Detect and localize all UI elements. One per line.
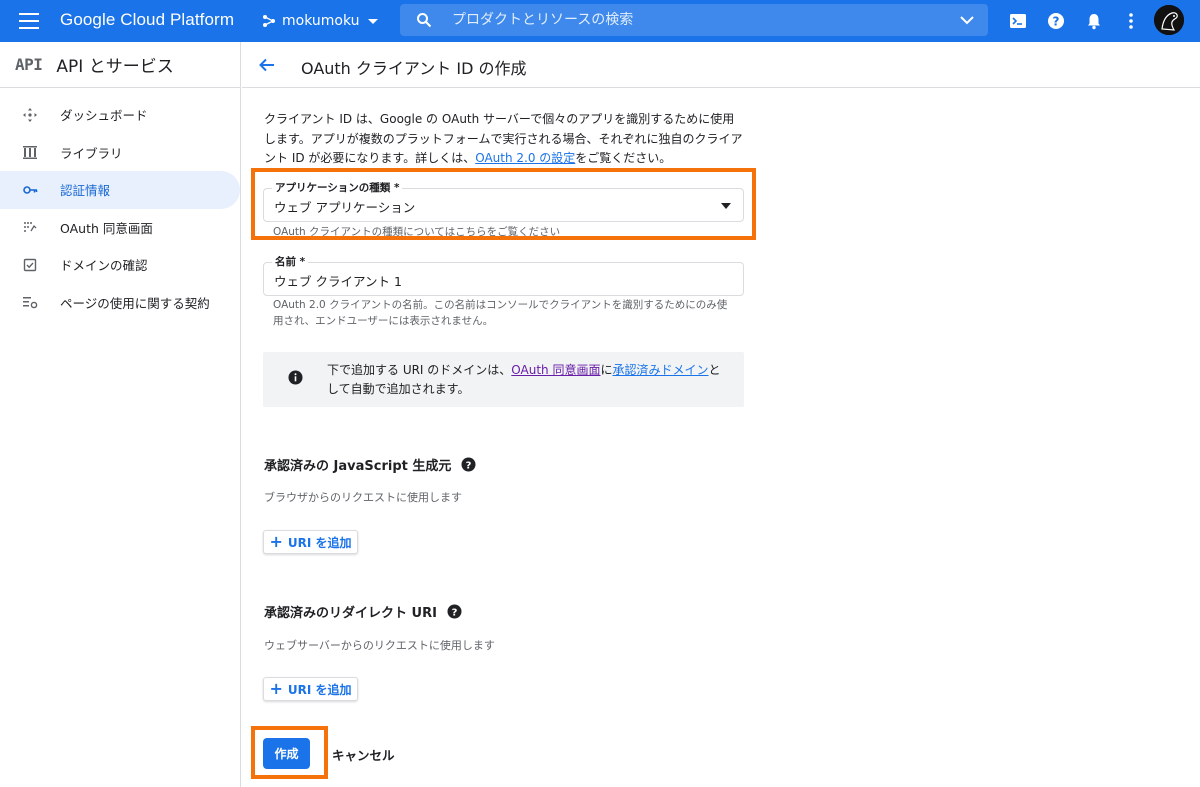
brand-title[interactable]: Google Cloud Platform [60, 10, 234, 30]
redirect-uris-title-text: 承認済みのリダイレクト URI [264, 606, 437, 621]
authorized-domains-link[interactable]: 承認済みドメイン [613, 363, 709, 377]
sidebar-title: API とサービス [56, 57, 174, 77]
svg-text:?: ? [466, 460, 472, 471]
plus-icon: + [269, 679, 283, 698]
page-title: OAuth クライアント ID の作成 [301, 59, 527, 78]
highlight-box-application-type [251, 168, 756, 240]
sidebar-item-label: ページの使用に関する契約 [60, 295, 210, 311]
js-origins-title-text: 承認済みの JavaScript 生成元 [264, 459, 452, 474]
sidebar-item-label: ライブラリ [60, 145, 123, 161]
cancel-button[interactable]: キャンセル [332, 745, 395, 764]
left-nav: API API とサービス ダッシュボード ライブラリ 認証情報 OAuth 同… [0, 42, 241, 787]
sidebar-item-dashboard[interactable]: ダッシュボード [0, 96, 240, 134]
svg-text:?: ? [452, 607, 458, 618]
plus-icon: + [269, 532, 283, 551]
consent-icon [24, 222, 37, 233]
project-icon [263, 15, 275, 27]
top-app-bar: Google Cloud Platform mokumoku ? [0, 0, 1200, 42]
js-origins-title: 承認済みの JavaScript 生成元 ? [264, 455, 476, 474]
svg-text:?: ? [1053, 15, 1060, 29]
add-uri-label: URI を追加 [287, 535, 352, 550]
content-header: OAuth クライアント ID の作成 [242, 42, 1200, 88]
client-name-field[interactable]: 名前 * ウェブ クライアント 1 [263, 254, 744, 296]
intro-text: クライアント ID は、Google の OAuth サーバーで個々のアプリを識… [264, 110, 746, 169]
sidebar-item-domain-verification[interactable]: ドメインの確認 [0, 246, 240, 284]
sidebar-item-credentials[interactable]: 認証情報 [0, 171, 240, 209]
sidebar-header: API API とサービス [0, 42, 240, 88]
library-icon [23, 146, 37, 160]
oauth-consent-screen-link[interactable]: OAuth 同意画面 [511, 363, 600, 377]
chevron-down-icon [367, 18, 378, 24]
highlight-box-create [251, 726, 328, 779]
help-icon[interactable]: ? [447, 604, 462, 619]
arrow-back-icon[interactable] [258, 56, 276, 74]
info-middle: に [600, 363, 613, 377]
nav-list: ダッシュボード ライブラリ 認証情報 OAuth 同意画面 ドメインの確認 ペー… [0, 96, 240, 321]
client-name-label: 名前 * [272, 254, 309, 269]
key-icon [23, 185, 38, 194]
bell-icon[interactable] [1084, 11, 1104, 31]
add-redirect-uri-button[interactable]: + URI を追加 [263, 677, 358, 701]
redirect-uris-title: 承認済みのリダイレクト URI ? [264, 602, 462, 621]
redirect-uris-desc: ウェブサーバーからのリクエストに使用します [264, 639, 495, 652]
sidebar-item-label: ダッシュボード [60, 108, 148, 124]
menu-icon[interactable] [19, 13, 39, 29]
search-bar[interactable] [400, 4, 988, 36]
search-input[interactable] [452, 4, 932, 36]
sidebar-item-library[interactable]: ライブラリ [0, 134, 240, 172]
intro-suffix: をご覧ください。 [575, 151, 672, 165]
main-content: クライアント ID は、Google の OAuth サーバーで個々のアプリを識… [242, 88, 1200, 787]
chevron-down-icon[interactable] [960, 14, 974, 26]
client-name-value: ウェブ クライアント 1 [274, 274, 402, 289]
sidebar-item-label: OAuth 同意画面 [60, 220, 153, 236]
client-name-help: OAuth 2.0 クライアントの名前。この名前はコンソールでクライアントを識別… [273, 299, 728, 327]
sidebar-item-oauth-consent[interactable]: OAuth 同意画面 [0, 209, 240, 247]
settings-list-icon [23, 297, 38, 309]
avatar-image [1154, 5, 1184, 35]
dashboard-icon [23, 107, 37, 122]
sidebar-item-label: ドメインの確認 [60, 258, 148, 274]
oauth-settings-link[interactable]: OAuth 2.0 の設定 [475, 151, 575, 165]
add-uri-label: URI を追加 [287, 682, 352, 697]
sidebar-item-label: 認証情報 [60, 183, 111, 199]
api-logo: API [15, 55, 43, 74]
js-origins-desc: ブラウザからのリクエストに使用します [264, 491, 462, 504]
info-prefix: 下で追加する URI のドメインは、 [327, 363, 512, 377]
info-callout: 下で追加する URI のドメインは、OAuth 同意画面に承認済みドメインとして… [263, 352, 744, 407]
more-vert-icon[interactable] [1121, 11, 1141, 31]
help-icon[interactable]: ? [1046, 11, 1066, 31]
avatar[interactable] [1154, 5, 1184, 35]
info-text: 下で追加する URI のドメインは、OAuth 同意画面に承認済みドメインとして… [327, 361, 727, 399]
project-name: mokumoku [282, 13, 360, 29]
help-icon[interactable]: ? [461, 457, 476, 472]
sidebar-item-page-usage-agreements[interactable]: ページの使用に関する契約 [0, 284, 240, 322]
search-icon [417, 13, 432, 28]
info-icon [288, 370, 303, 385]
add-js-origin-button[interactable]: + URI を追加 [263, 530, 358, 554]
checkbox-icon [23, 258, 37, 271]
project-selector[interactable]: mokumoku [262, 11, 378, 31]
terminal-icon[interactable] [1008, 11, 1028, 31]
